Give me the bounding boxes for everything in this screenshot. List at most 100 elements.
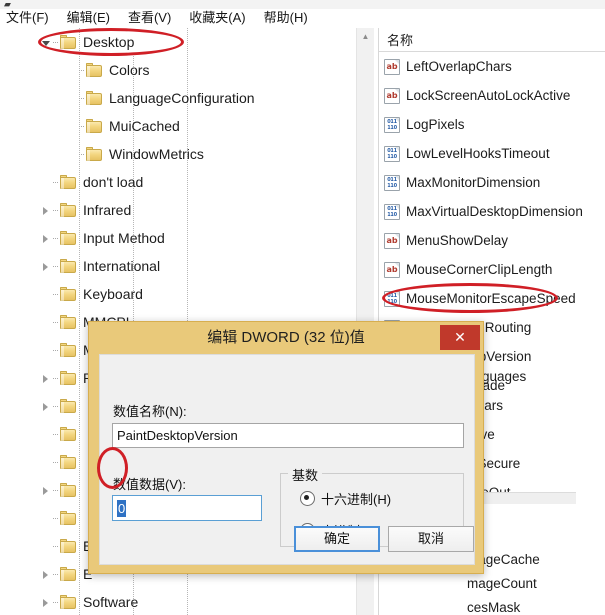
value-row-mousemonitorescapespeed[interactable]: 011 110 MouseMonitorEscapeSpeed bbox=[379, 284, 605, 313]
tree-item-row-15[interactable] bbox=[40, 448, 83, 476]
close-icon[interactable]: ✕ bbox=[440, 325, 480, 350]
expander-spacer bbox=[40, 448, 53, 476]
value-name-label: 数值名称(N): bbox=[113, 404, 187, 419]
folder-icon bbox=[60, 538, 77, 554]
tree-item-input-method[interactable]: Input Method bbox=[40, 224, 165, 252]
folder-icon bbox=[86, 62, 103, 78]
tree-item-international[interactable]: International bbox=[40, 252, 160, 280]
tree-connector bbox=[79, 84, 86, 112]
radio-hexadecimal[interactable]: 十六进制(H) bbox=[300, 489, 391, 508]
folder-icon bbox=[60, 286, 77, 302]
tree-item-label: MuiCached bbox=[109, 118, 180, 134]
registry-editor-window: ▰ 文件(F) 编辑(E) 查看(V) 收藏夹(A) 帮助(H) Desktop… bbox=[0, 0, 605, 615]
expander-expand-icon[interactable] bbox=[40, 196, 53, 224]
tree-item-row-17[interactable] bbox=[40, 504, 83, 532]
expander-collapse-icon[interactable] bbox=[40, 28, 53, 56]
dword-value-icon: 011110 bbox=[384, 145, 400, 162]
tree-item-don-t-load[interactable]: don't load bbox=[40, 168, 143, 196]
tree-connector bbox=[53, 280, 60, 308]
value-name-input[interactable]: PaintDesktopVersion bbox=[112, 423, 464, 448]
edit-dword-dialog[interactable]: 编辑 DWORD (32 位)值 ✕ 数值名称(N): PaintDesktop… bbox=[88, 321, 484, 574]
tree-item-row-14[interactable] bbox=[40, 420, 83, 448]
expander-expand-icon[interactable] bbox=[40, 588, 53, 615]
tree-connector bbox=[53, 448, 60, 476]
string-value-icon: ab bbox=[384, 261, 400, 278]
tree-item-colors[interactable]: Colors bbox=[66, 56, 149, 84]
value-row-menushowdelay[interactable]: ab MenuShowDelay bbox=[379, 226, 605, 255]
value-name-text: PaintDesktopVersion bbox=[117, 428, 238, 443]
folder-icon bbox=[60, 342, 77, 358]
tree-item-e[interactable]: E bbox=[40, 532, 92, 560]
value-row-lockscreenautolockactive[interactable]: ab LockScreenAutoLockActive bbox=[379, 81, 605, 110]
expander-expand-icon[interactable] bbox=[40, 476, 53, 504]
tree-item-e[interactable]: E bbox=[40, 560, 92, 588]
column-header-name[interactable]: 名称 bbox=[379, 28, 605, 52]
tree-item-desktop[interactable]: Desktop bbox=[40, 28, 135, 56]
dword-value-icon: 011110 bbox=[384, 116, 400, 133]
tree-item-keyboard[interactable]: Keyboard bbox=[40, 280, 143, 308]
expander-spacer bbox=[66, 140, 79, 168]
registry-window-icon: ▰ bbox=[4, 0, 11, 9]
expander-expand-icon[interactable] bbox=[40, 252, 53, 280]
value-name-label: MouseMonitorEscapeSpeed bbox=[406, 291, 576, 306]
value-name-label: MouseCornerClipLength bbox=[406, 262, 553, 277]
folder-icon bbox=[60, 202, 77, 218]
dialog-title-bar[interactable]: 编辑 DWORD (32 位)值 ✕ bbox=[89, 322, 483, 354]
folder-icon bbox=[60, 454, 77, 470]
expander-expand-icon[interactable] bbox=[40, 364, 53, 392]
expander-spacer bbox=[66, 112, 79, 140]
tree-item-infrared[interactable]: Infrared bbox=[40, 196, 131, 224]
tree-item-windowmetrics[interactable]: WindowMetrics bbox=[66, 140, 204, 168]
value-row-maxmonitordimension[interactable]: 011 110 MaxMonitorDimension bbox=[379, 168, 605, 197]
scroll-up-arrow-icon[interactable]: ▲ bbox=[357, 28, 374, 45]
cancel-button[interactable]: 取消 bbox=[388, 526, 474, 552]
dialog-title: 编辑 DWORD (32 位)值 bbox=[207, 329, 365, 346]
tree-item-software[interactable]: Software bbox=[40, 588, 138, 615]
tree-connector bbox=[79, 140, 86, 168]
folder-icon bbox=[86, 90, 103, 106]
tree-connector bbox=[53, 532, 60, 560]
value-row-leftoverlapchars[interactable]: ab LeftOverlapChars bbox=[379, 52, 605, 81]
tree-connector bbox=[79, 112, 86, 140]
value-row-maxvirtualdesktopdimension[interactable]: 011 110 MaxVirtualDesktopDimension bbox=[379, 197, 605, 226]
value-name-label: LeftOverlapChars bbox=[406, 59, 512, 74]
tree-connector bbox=[53, 504, 60, 532]
tree-item-row-13[interactable] bbox=[40, 392, 83, 420]
tree-item-label: WindowMetrics bbox=[109, 146, 204, 162]
folder-icon bbox=[60, 510, 77, 526]
ok-button[interactable]: 确定 bbox=[294, 526, 380, 552]
value-row-mousecornercliplength[interactable]: ab MouseCornerClipLength bbox=[379, 255, 605, 284]
expander-expand-icon[interactable] bbox=[40, 392, 53, 420]
dword-value-icon: 011110 bbox=[384, 174, 400, 191]
expander-expand-icon[interactable] bbox=[40, 224, 53, 252]
folder-icon bbox=[60, 258, 77, 274]
tree-connector bbox=[53, 28, 60, 56]
value-row-logpixels[interactable]: 011 110 LogPixels bbox=[379, 110, 605, 139]
folder-icon bbox=[60, 594, 77, 610]
value-data-text: 0 bbox=[117, 499, 127, 517]
dialog-body: 数值名称(N): PaintDesktopVersion 数值数据(V): 0 … bbox=[99, 354, 475, 565]
value-data-input[interactable]: 0 bbox=[112, 495, 262, 521]
menu-help[interactable]: 帮助(H) bbox=[264, 9, 317, 27]
tree-connector bbox=[53, 588, 60, 615]
folder-icon bbox=[60, 34, 77, 50]
radio-hexadecimal-label: 十六进制(H) bbox=[321, 492, 392, 507]
menu-favorites[interactable]: 收藏夹(A) bbox=[189, 9, 254, 27]
expander-expand-icon[interactable] bbox=[40, 560, 53, 588]
tree-item-muicached[interactable]: MuiCached bbox=[66, 112, 180, 140]
menu-view[interactable]: 查看(V) bbox=[128, 9, 180, 27]
value-row-lowlevelhookstimeout[interactable]: 011 110 LowLevelHooksTimeout bbox=[379, 139, 605, 168]
expander-spacer bbox=[40, 308, 53, 336]
dword-value-icon: 011110 bbox=[384, 290, 400, 307]
string-value-icon: ab bbox=[384, 87, 400, 104]
folder-icon bbox=[60, 230, 77, 246]
tree-item-row-16[interactable] bbox=[40, 476, 83, 504]
tree-item-languageconfiguration[interactable]: LanguageConfiguration bbox=[66, 84, 255, 112]
menu-edit[interactable]: 编辑(E) bbox=[67, 9, 119, 27]
value-name-label: LockScreenAutoLockActive bbox=[406, 88, 571, 103]
value-data-label: 数值数据(V): bbox=[113, 477, 186, 492]
menu-bar: 文件(F) 编辑(E) 查看(V) 收藏夹(A) 帮助(H) bbox=[0, 9, 605, 27]
menu-file[interactable]: 文件(F) bbox=[6, 9, 58, 27]
column-header-name-label: 名称 bbox=[387, 33, 414, 48]
expander-spacer bbox=[40, 280, 53, 308]
